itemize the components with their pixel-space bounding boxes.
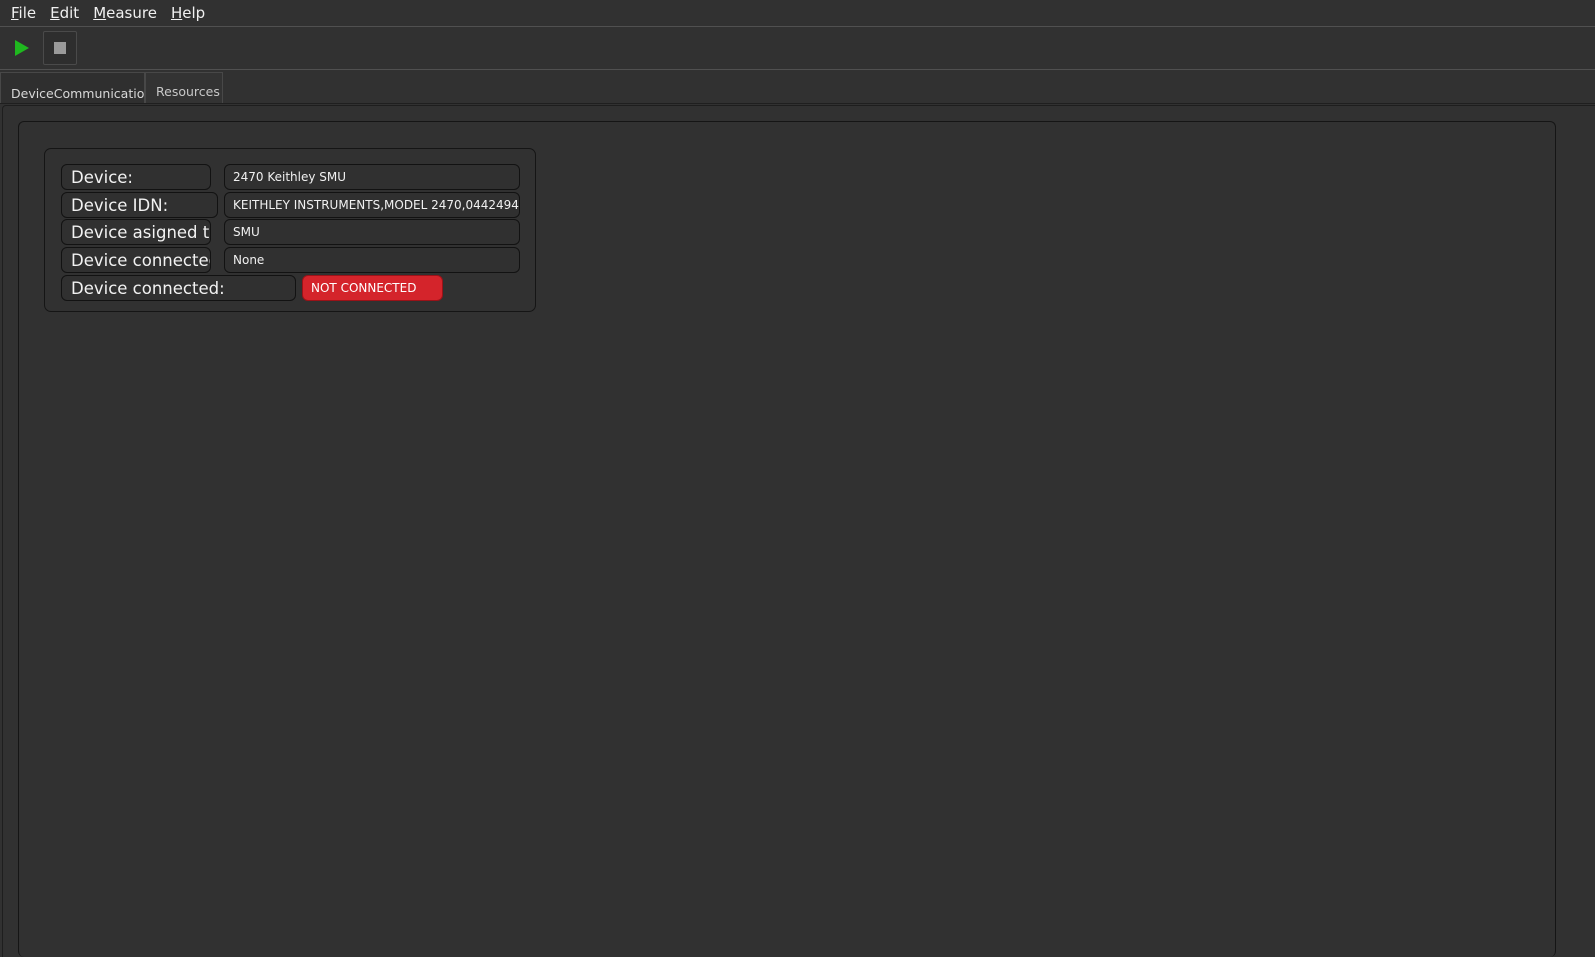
device-info-group: Device: 2470 Keithley SMU Device IDN: KE…	[44, 148, 536, 312]
menu-edit[interactable]: Edit	[43, 0, 86, 26]
play-icon	[15, 40, 29, 56]
menu-help-label: elp	[182, 4, 206, 22]
menu-file-label: ile	[18, 4, 37, 22]
device-idn-field[interactable]: KEITHLEY INSTRUMENTS,MODEL 2470,04424944…	[224, 192, 520, 218]
tab-device-communication[interactable]: DeviceCommunication	[0, 72, 152, 104]
tab-bar: DeviceCommunication Resources	[0, 71, 1595, 104]
menu-help[interactable]: Help	[164, 0, 212, 26]
device-assigned-label: Device asigned to:	[61, 219, 211, 245]
menu-file-mnemonic: F	[11, 4, 19, 22]
stop-icon	[54, 42, 66, 54]
device-label: Device:	[61, 164, 211, 190]
device-field[interactable]: 2470 Keithley SMU	[224, 164, 520, 190]
menu-bar: File Edit Measure Help	[0, 0, 1595, 27]
toolbar	[0, 27, 1595, 70]
device-status-label: Device connected:	[61, 275, 296, 301]
menu-measure[interactable]: Measure	[86, 0, 164, 26]
menu-measure-label: easure	[106, 4, 157, 22]
device-connected-field[interactable]: None	[224, 247, 520, 273]
tab-divider	[0, 103, 1595, 104]
menu-edit-label: dit	[59, 4, 80, 22]
connection-status-badge: NOT CONNECTED	[302, 275, 443, 301]
stop-button[interactable]	[43, 31, 77, 65]
menu-file[interactable]: File	[0, 0, 43, 26]
device-assigned-field[interactable]: SMU	[224, 219, 520, 245]
device-idn-label: Device IDN:	[61, 192, 218, 218]
tab-resources[interactable]: Resources	[145, 72, 223, 103]
menu-help-mnemonic: H	[170, 4, 183, 22]
run-button[interactable]	[5, 31, 39, 65]
menu-edit-mnemonic: E	[50, 4, 60, 22]
menu-measure-mnemonic: M	[93, 4, 107, 22]
device-connected-label: Device connected	[61, 247, 211, 273]
